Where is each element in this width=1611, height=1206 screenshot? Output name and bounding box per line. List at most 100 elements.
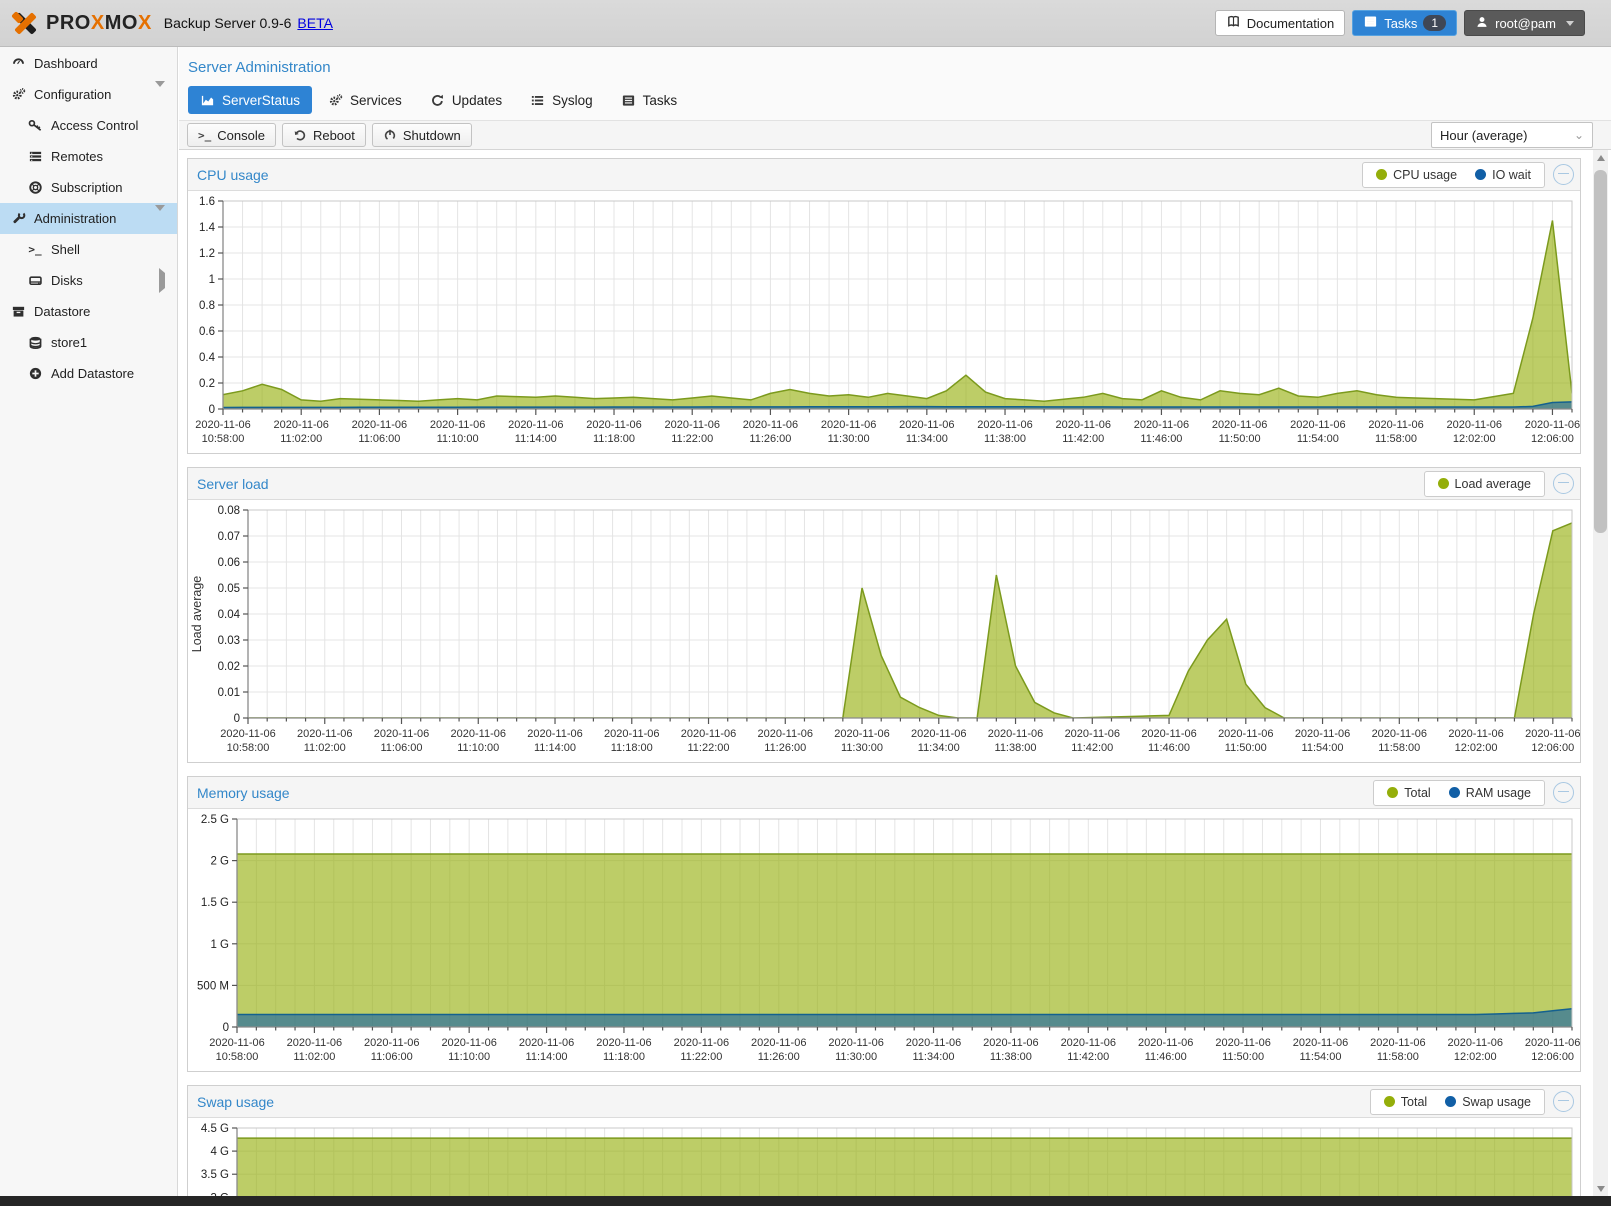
svg-text:2020-11-06: 2020-11-06 [1525,1037,1580,1049]
sidebar-item-access-control[interactable]: Access Control [0,110,177,141]
tab-serverstatus[interactable]: ServerStatus [188,86,312,114]
svg-text:12:02:00: 12:02:00 [1453,433,1496,445]
svg-text:0.08: 0.08 [218,505,240,517]
list-icon [530,93,545,108]
sidebar-item-administration[interactable]: Administration [0,203,177,234]
terminal-icon: >_ [198,129,211,142]
cpu-usage-panel-header: CPU usageCPU usageIO wait [188,159,1580,191]
sidebar-item-label: Shell [51,242,80,257]
reboot-button[interactable]: Reboot [282,123,366,147]
sidebar-item-datastore[interactable]: Datastore [0,296,177,327]
sidebar-item-subscription[interactable]: Subscription [0,172,177,203]
memory-usage-legend: TotalRAM usage [1373,780,1545,806]
collapse-panel-icon[interactable] [1553,782,1574,803]
tab-updates[interactable]: Updates [418,86,514,114]
svg-text:11:26:00: 11:26:00 [758,1051,800,1063]
sidebar-item-remotes[interactable]: Remotes [0,141,177,172]
svg-text:11:46:00: 11:46:00 [1148,742,1190,754]
svg-text:2020-11-06: 2020-11-06 [604,728,659,740]
legend-dot-icon [1475,169,1486,180]
legend-dot-icon [1376,169,1387,180]
timeframe-select[interactable]: Hour (average) ⌄ [1431,122,1593,148]
svg-text:0: 0 [223,1022,229,1034]
svg-text:11:22:00: 11:22:00 [688,742,730,754]
svg-text:2020-11-06: 2020-11-06 [1215,1037,1270,1049]
svg-text:0.4: 0.4 [199,352,216,364]
svg-text:2020-11-06: 2020-11-06 [430,419,485,431]
svg-text:11:22:00: 11:22:00 [671,433,713,445]
sidebar-item-add-datastore[interactable]: Add Datastore [0,358,177,389]
svg-text:11:22:00: 11:22:00 [680,1051,722,1063]
user-menu-button[interactable]: root@pam [1464,10,1585,36]
scroll-down-button[interactable] [1593,1181,1608,1196]
sidebar-item-label: Datastore [34,304,90,319]
svg-text:11:06:00: 11:06:00 [380,742,422,754]
svg-text:2020-11-06: 2020-11-06 [1061,1037,1116,1049]
action-toolbar: >_ Console Reboot Shutdown Hour (average… [179,120,1611,150]
tab-syslog[interactable]: Syslog [518,86,605,114]
svg-text:2020-11-06: 2020-11-06 [451,728,506,740]
svg-text:2020-11-06: 2020-11-06 [519,1037,574,1049]
tab-tasks[interactable]: Tasks [609,86,690,114]
memory-usage-chart: 0500 M1 G1.5 G2 G2.5 G2020-11-0610:58:00… [188,809,1580,1071]
svg-text:2020-11-06: 2020-11-06 [220,728,275,740]
legend-item-swap-usage[interactable]: Swap usage [1436,1095,1540,1109]
svg-text:12:02:00: 12:02:00 [1454,1051,1497,1063]
svg-text:2020-11-06: 2020-11-06 [899,419,954,431]
svg-text:2020-11-06: 2020-11-06 [828,1037,883,1049]
beta-link[interactable]: BETA [297,15,333,31]
svg-text:10:58:00: 10:58:00 [202,433,245,445]
svg-text:11:34:00: 11:34:00 [913,1051,955,1063]
scrollbar-thumb[interactable] [1594,170,1607,533]
undo-icon [293,128,307,142]
svg-text:0.07: 0.07 [218,531,240,543]
svg-text:11:38:00: 11:38:00 [995,742,1037,754]
legend-item-total[interactable]: Total [1378,786,1439,800]
sidebar-item-label: Administration [34,211,116,226]
legend-item-load-average[interactable]: Load average [1429,477,1540,491]
scroll-up-button[interactable] [1593,150,1608,165]
app-header: PROXMOX Backup Server 0.9-6 BETA Documen… [0,0,1611,47]
svg-text:11:34:00: 11:34:00 [918,742,960,754]
sidebar-item-configuration[interactable]: Configuration [0,79,177,110]
legend-item-total[interactable]: Total [1375,1095,1436,1109]
sidebar-item-dashboard[interactable]: Dashboard [0,48,177,79]
documentation-button[interactable]: Documentation [1215,10,1345,36]
tab-services[interactable]: Services [316,86,414,114]
shutdown-button[interactable]: Shutdown [372,123,472,147]
terminal-icon: >_ [27,242,43,258]
product-version: Backup Server 0.9-6 [164,15,292,31]
svg-text:2020-11-06: 2020-11-06 [1218,728,1273,740]
vertical-scrollbar[interactable] [1593,150,1608,1196]
svg-text:11:46:00: 11:46:00 [1140,433,1182,445]
svg-text:11:26:00: 11:26:00 [749,433,791,445]
svg-text:11:06:00: 11:06:00 [358,433,400,445]
svg-text:11:50:00: 11:50:00 [1225,742,1267,754]
charts-scroll-area: CPU usageCPU usageIO wait00.20.40.60.811… [179,150,1590,1196]
svg-text:11:02:00: 11:02:00 [280,433,322,445]
collapse-panel-icon[interactable] [1553,473,1574,494]
svg-text:11:34:00: 11:34:00 [906,433,948,445]
console-button[interactable]: >_ Console [187,123,276,147]
chevron-down-icon: ⌄ [1574,128,1584,142]
sidebar-item-shell[interactable]: >_ Shell [0,234,177,265]
svg-text:1.6: 1.6 [199,196,215,208]
svg-text:2020-11-06: 2020-11-06 [195,419,250,431]
legend-item-cpu-usage[interactable]: CPU usage [1367,168,1466,182]
svg-text:11:42:00: 11:42:00 [1071,742,1113,754]
sidebar-item-label: Configuration [34,87,111,102]
server-load-panel-title: Server load [197,476,269,492]
window-bottom-edge [0,1196,1611,1206]
cpu-usage-legend: CPU usageIO wait [1362,162,1545,188]
collapse-panel-icon[interactable] [1553,164,1574,185]
legend-item-io-wait[interactable]: IO wait [1466,168,1540,182]
collapse-panel-icon[interactable] [1553,1091,1574,1112]
svg-text:2020-11-06: 2020-11-06 [758,728,813,740]
tasks-button[interactable]: Tasks 1 [1352,10,1457,36]
tab-label: Services [350,93,402,108]
legend-item-ram-usage[interactable]: RAM usage [1440,786,1540,800]
svg-text:500 M: 500 M [197,980,229,992]
proxmox-x-icon [10,8,40,38]
sidebar-item-disks[interactable]: Disks [0,265,177,296]
sidebar-item-store1[interactable]: store1 [0,327,177,358]
